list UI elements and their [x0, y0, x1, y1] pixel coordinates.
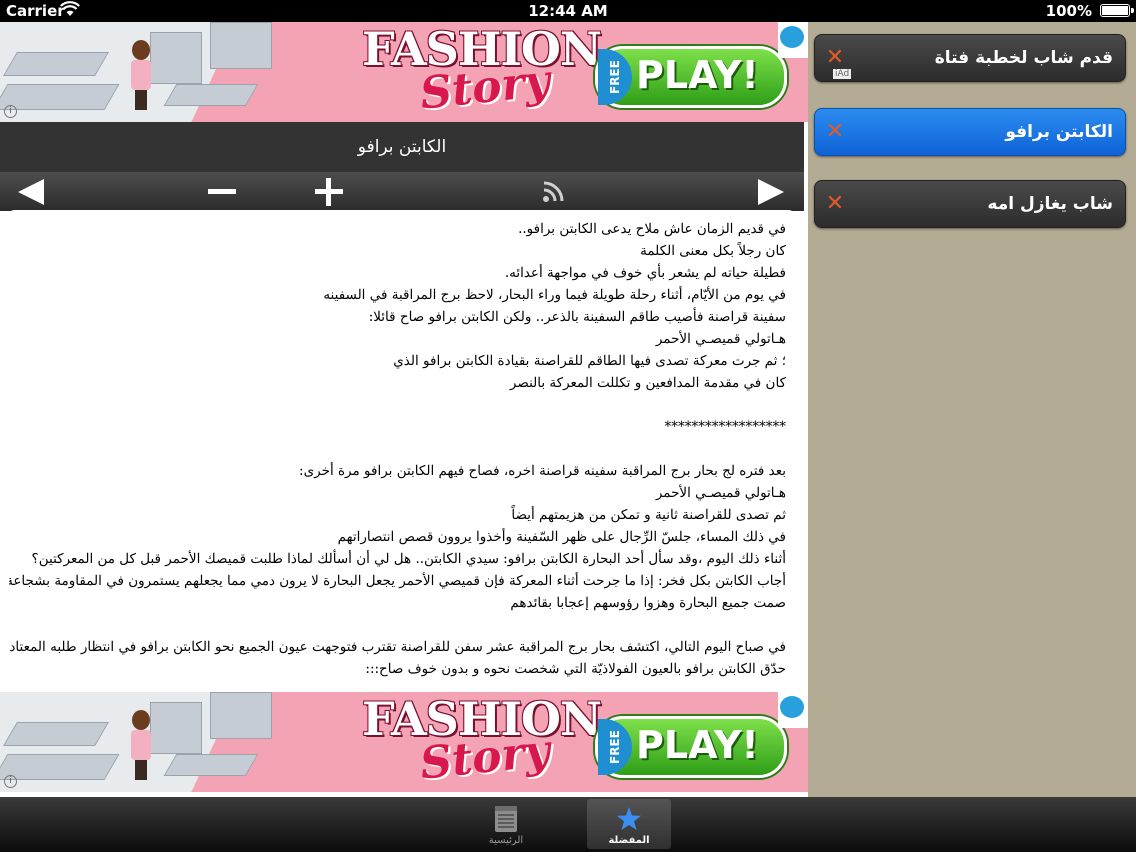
tab-favorites[interactable]: المفضلة [587, 799, 671, 849]
delete-icon[interactable]: ✕ [825, 47, 845, 69]
ad-play-label: PLAY! [636, 53, 759, 97]
arrow-left-icon [18, 179, 44, 205]
ad-store-scene [0, 692, 350, 792]
article-line: ثم تصدى للقراصنة ثانية و تمكن من هزيمتهم… [511, 507, 786, 523]
article-line: في قديم الزمان عاش ملاح يدعى الكابتن برا… [518, 221, 786, 237]
favorite-item[interactable]: ✕ iAd قدم شاب لخطبة فتاة [814, 34, 1126, 82]
article-body[interactable]: في قديم الزمان عاش ملاح يدعى الكابتن برا… [9, 210, 794, 681]
article-title: الكابتن برافو [0, 122, 804, 172]
share-button[interactable] [530, 172, 574, 211]
detail-pane: FASHION Story FREE PLAY! i الكابتن برافو… [0, 22, 808, 797]
favorite-item-selected[interactable]: ✕ الكابتن برافو [814, 108, 1126, 156]
delete-icon[interactable]: ✕ [825, 121, 845, 143]
favorite-item[interactable]: ✕ شاب يغازل امه [814, 180, 1126, 228]
favorite-item-label: قدم شاب لخطبة فتاة [934, 48, 1113, 68]
iad-tag: iAd [833, 69, 852, 79]
rss-icon [543, 181, 564, 202]
article-text: في قديم الزمان عاش ملاح يدعى الكابتن برا… [9, 218, 787, 680]
ad-info-icon[interactable]: i [4, 105, 17, 118]
article-line: في يوم من الأيّام، أثناء رحلة طويلة فيما… [323, 287, 786, 303]
next-button[interactable] [750, 172, 794, 211]
increase-font-button[interactable] [307, 172, 351, 211]
ad-play-button[interactable]: FREE PLAY! [595, 716, 787, 778]
ad-free-label: FREE [598, 49, 632, 105]
tab-home[interactable]: الرئيسية [464, 799, 548, 849]
status-bar: Carrier 12:44 AM 100% [0, 0, 1136, 22]
article-line: أثناء ذلك اليوم ،وقد سأل أحد البحارة الك… [31, 551, 786, 567]
reader-toolbar [0, 172, 804, 211]
tab-favorites-label: المفضلة [608, 835, 650, 846]
article-line: صمت جميع البحارة وهزوا رؤوسهم إعجابا بقا… [510, 595, 786, 611]
battery-icon [1100, 4, 1134, 17]
article-line: ؛ ثم جرت معركة تصدى فيها الطاقم للقراصنة… [393, 353, 786, 369]
tab-bar: الرئيسية المفضلة [0, 797, 1136, 852]
minus-icon [208, 189, 236, 194]
article-line: كان في مقدمة المدافعين و تكللت المعركة ب… [509, 375, 786, 391]
article-line [16, 614, 786, 636]
ad-info-icon[interactable]: i [4, 775, 17, 788]
article-line: سفينة قراصنة فأصيب طاقم السفينة بالذعر..… [368, 309, 786, 325]
ad-play-button[interactable]: FREE PLAY! [595, 46, 787, 108]
article-line [16, 438, 786, 460]
article-line: كان رجلاً بكل معنى الكلمة [640, 243, 786, 259]
ad-play-label: PLAY! [636, 723, 759, 767]
article-line: هـاتولي قميصـي الأحمر [655, 331, 786, 347]
arrow-right-icon [758, 179, 784, 205]
article-line [16, 394, 786, 416]
article-line: حدّق الكابتن برافو بالعيون الفولاذيّة ال… [365, 661, 786, 677]
delete-icon[interactable]: ✕ [825, 193, 845, 215]
article-line: في ذلك المساء، جلسّ الرِّجال على ظهر الس… [337, 529, 786, 545]
article-line: ****************** [664, 419, 787, 435]
ad-free-label: FREE [598, 719, 632, 775]
article-line: في صباح اليوم التالي، اكتشف بحار برج الم… [9, 639, 786, 655]
decrease-font-button[interactable] [200, 172, 244, 211]
star-icon [617, 807, 641, 830]
notepad-icon [495, 806, 517, 832]
ad-mascot-icon [778, 22, 808, 58]
article-line: أجاب الكابتن بكل فخر: إذا ما جرحت أثناء … [9, 573, 786, 589]
ad-banner-top[interactable]: FASHION Story FREE PLAY! i [0, 22, 808, 122]
article-line: هـاتولي قميصـي الأحمر [655, 485, 786, 501]
article-line: بعد فتره لج بحار برج المراقبة سفينه قراص… [299, 463, 786, 479]
ad-character [128, 40, 154, 110]
battery-percent: 100% [1045, 2, 1092, 20]
tab-home-label: الرئيسية [488, 835, 524, 846]
ad-banner-bottom[interactable]: FASHION Story FREE PLAY! i [0, 692, 808, 792]
favorite-item-label: شاب يغازل امه [987, 194, 1113, 214]
ad-mascot-icon [778, 692, 808, 728]
favorite-item-label: الكابتن برافو [1005, 122, 1113, 142]
favorites-list: ✕ iAd قدم شاب لخطبة فتاة ✕ الكابتن برافو… [808, 22, 1136, 797]
ad-character [128, 710, 154, 780]
article-line: فطيلة حياته لم يشعر بأي خوف في مواجهة أع… [504, 265, 786, 281]
ad-store-scene [0, 22, 350, 122]
previous-button[interactable] [8, 172, 52, 211]
clock: 12:44 AM [528, 2, 608, 20]
